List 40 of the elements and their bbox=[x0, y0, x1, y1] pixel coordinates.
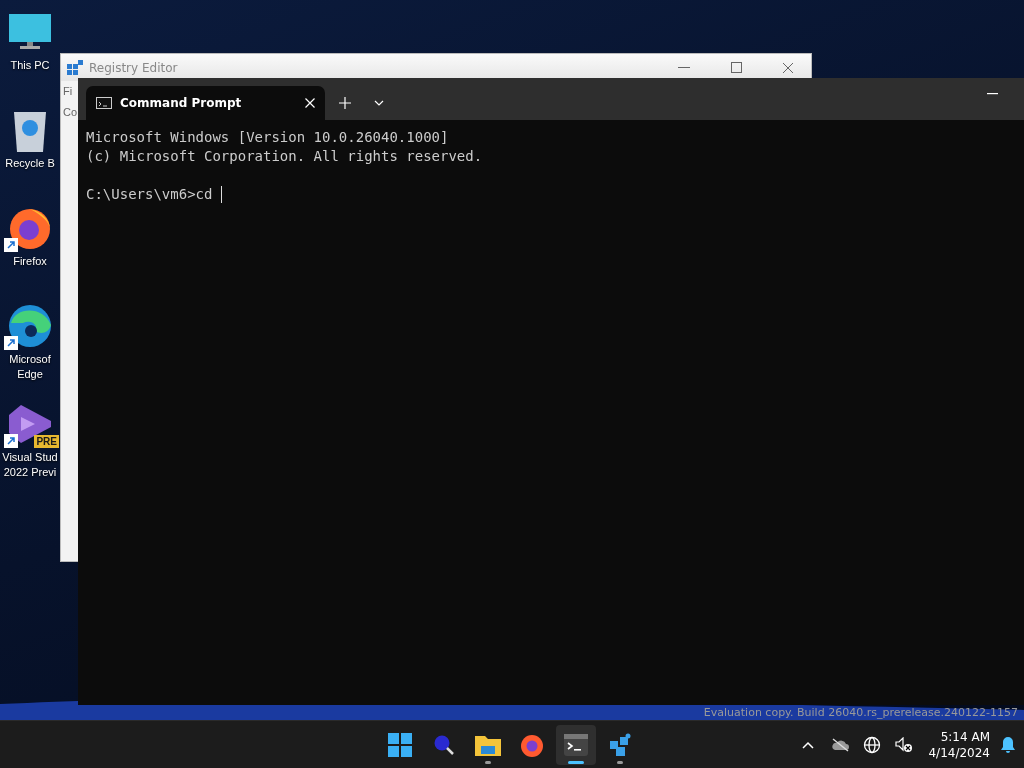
registry-icon bbox=[67, 59, 83, 76]
taskbar-app-button[interactable] bbox=[556, 724, 596, 765]
close-icon bbox=[782, 61, 794, 74]
desktop-icon-label[interactable]: This PC bbox=[10, 58, 50, 73]
desktop-icon-label[interactable]: Visual Stud 2022 Previ bbox=[2, 450, 58, 480]
menu-item[interactable]: Fi bbox=[61, 81, 75, 102]
desktop-icon-label[interactable]: Microsof Edge bbox=[9, 352, 51, 382]
terminal-output-line: Microsoft Windows [Version 10.0.26040.1000] bbox=[86, 128, 450, 147]
menu-item[interactable]: Co bbox=[61, 102, 80, 123]
terminal-tab[interactable]: Command Prompt bbox=[86, 86, 325, 120]
maximize-icon bbox=[730, 62, 742, 73]
chevron-down-icon bbox=[374, 100, 384, 106]
chevron-up-icon bbox=[802, 740, 815, 749]
monitor-icon bbox=[8, 12, 52, 52]
clock-time[interactable]: 5:14 AM bbox=[940, 728, 990, 745]
text-cursor bbox=[220, 186, 223, 203]
search-icon bbox=[433, 733, 455, 756]
windows-logo-icon bbox=[388, 732, 412, 757]
window-title: Registry Editor bbox=[89, 60, 179, 75]
minimize-icon bbox=[678, 66, 690, 69]
volume-muted-icon bbox=[895, 736, 914, 753]
firefox-icon bbox=[520, 732, 544, 757]
cloud-off-icon bbox=[831, 737, 850, 752]
notification-bell-icon[interactable] bbox=[1000, 735, 1016, 754]
edge-icon bbox=[7, 303, 53, 349]
clock-date[interactable]: 4/14/2024 bbox=[928, 744, 990, 761]
plus-icon bbox=[339, 97, 351, 109]
command-prompt-icon bbox=[96, 97, 112, 109]
desktop-icon-label[interactable]: Firefox bbox=[13, 254, 47, 269]
globe-icon bbox=[863, 735, 882, 754]
desktop-icon-label[interactable]: Recycle B bbox=[5, 156, 55, 171]
build-watermark-text: Evaluation copy. Build 26040.rs_prerelease.240122-1157 bbox=[703, 707, 1018, 719]
folder-icon bbox=[475, 733, 501, 756]
terminal-output-line: (c) Microsoft Corporation. All rights reserved. bbox=[86, 147, 484, 166]
minimize-icon bbox=[986, 93, 998, 95]
terminal-icon bbox=[564, 733, 588, 756]
preview-badge: PRE bbox=[34, 435, 59, 448]
command-prompt-line[interactable]: C:\Users\vm6>cd bbox=[86, 185, 221, 204]
cubes-icon bbox=[608, 732, 632, 757]
close-icon[interactable] bbox=[305, 98, 315, 108]
